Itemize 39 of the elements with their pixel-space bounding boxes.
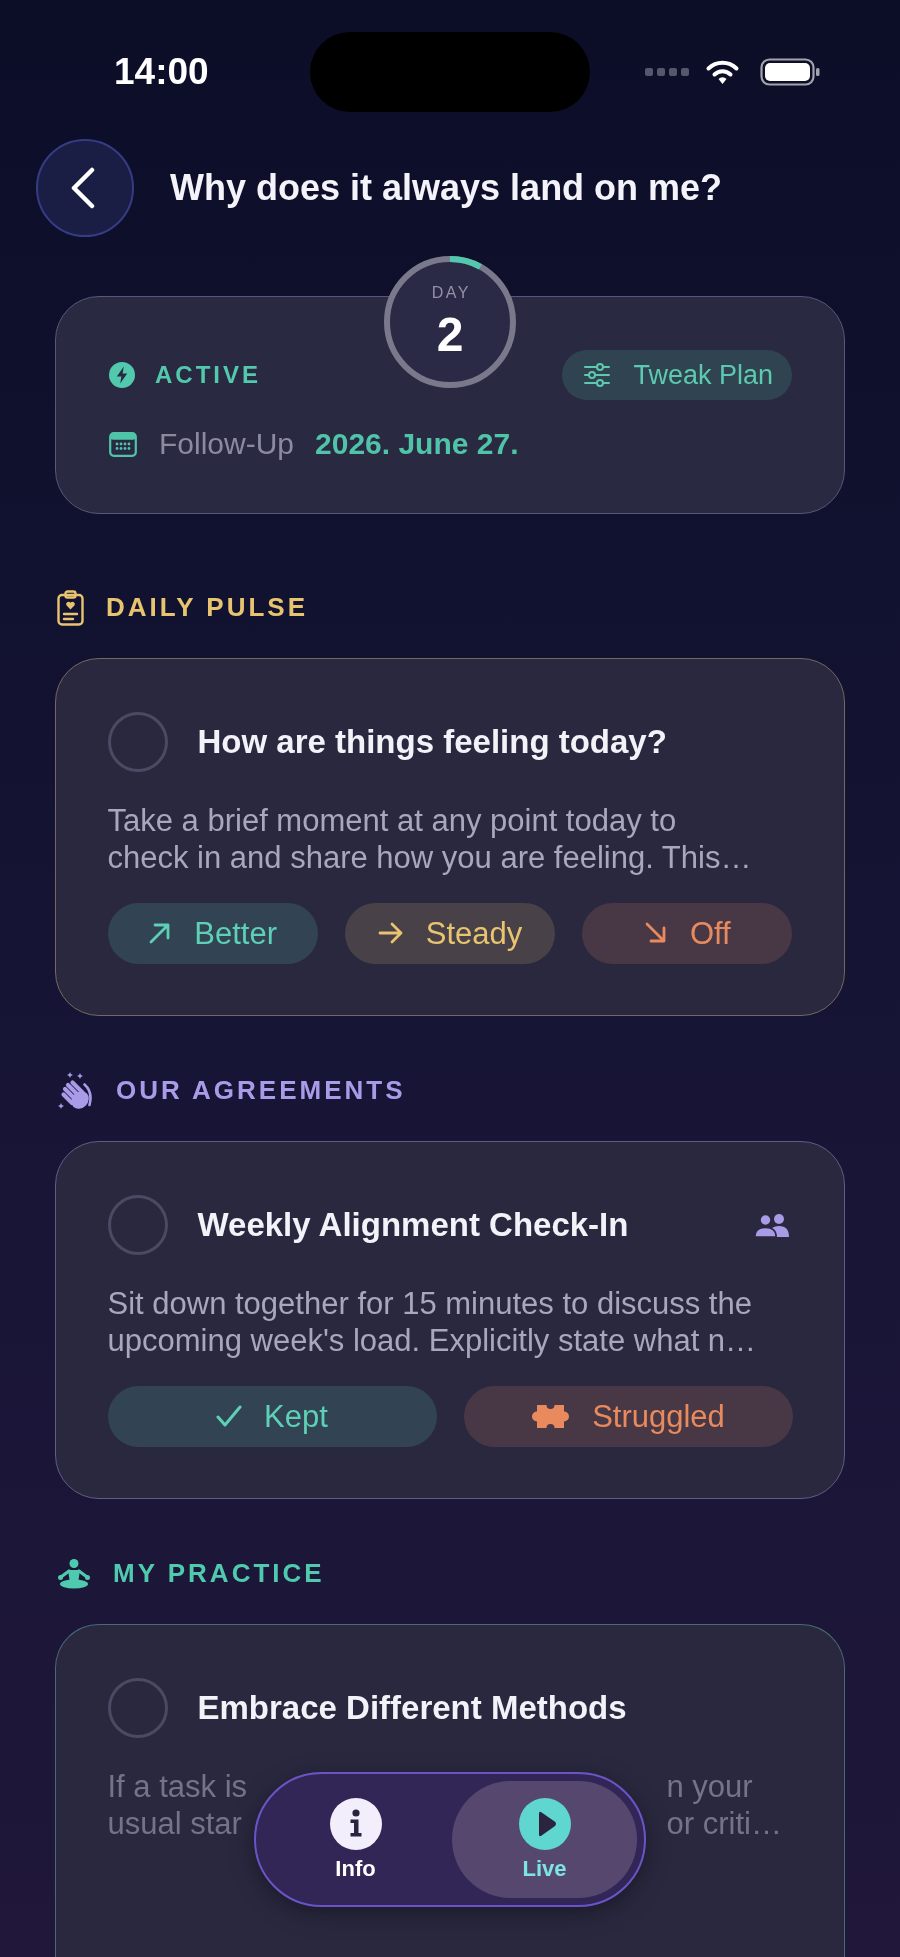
response-button[interactable]: Kept bbox=[107, 1385, 437, 1447]
section-title: MY PRACTICE bbox=[113, 1558, 325, 1590]
wifi-icon bbox=[705, 59, 740, 85]
sliders-icon bbox=[584, 363, 611, 387]
chevron-left-icon bbox=[70, 167, 96, 209]
checkbox[interactable] bbox=[107, 1194, 168, 1255]
lightning-bolt-icon bbox=[109, 362, 135, 388]
response-button[interactable]: Better bbox=[107, 902, 318, 964]
page-title: Why does it always land on me? bbox=[170, 166, 723, 210]
checkbox[interactable] bbox=[107, 1677, 168, 1738]
task-title: Weekly Alignment Check-In bbox=[197, 1204, 630, 1245]
calendar-icon bbox=[109, 431, 137, 457]
task-description: or criti… bbox=[666, 1804, 782, 1842]
info-icon bbox=[329, 1797, 382, 1850]
follow-up-label: Follow-Up bbox=[159, 426, 295, 462]
status-label: ACTIVE bbox=[155, 360, 261, 390]
task-description: Sit down together for 15 minutes to discuss the upcoming week's load. Explicitly state what n… bbox=[107, 1284, 758, 1359]
tab-item[interactable]: Live bbox=[452, 1781, 637, 1898]
task-description: If a task is bbox=[107, 1767, 248, 1805]
response-button[interactable]: Struggled bbox=[463, 1385, 793, 1447]
response-button[interactable]: Steady bbox=[344, 902, 556, 964]
tab-item[interactable]: Info bbox=[263, 1781, 448, 1898]
day-number: 2 bbox=[436, 310, 464, 360]
section-title: OUR AGREEMENTS bbox=[116, 1075, 406, 1107]
response-button[interactable]: Off bbox=[582, 902, 793, 964]
status-time: 14:00 bbox=[114, 51, 209, 93]
checkbox[interactable] bbox=[107, 711, 168, 772]
play-icon bbox=[518, 1797, 571, 1850]
tweak-plan-button[interactable]: Tweak Plan bbox=[562, 350, 792, 400]
signal-icon bbox=[645, 68, 689, 76]
battery-icon bbox=[760, 58, 820, 86]
task-title: Embrace Different Methods bbox=[197, 1687, 628, 1728]
section-title: DAILY PULSE bbox=[106, 592, 309, 624]
task-description: Take a brief moment at any point today to check in and share how you are feeling. This… bbox=[107, 801, 753, 876]
day-label: DAY bbox=[430, 283, 471, 303]
follow-up-date: 2026. June 27. bbox=[315, 426, 519, 462]
task-title: How are things feeling today? bbox=[197, 721, 668, 762]
task-description: usual star bbox=[107, 1804, 242, 1842]
task-description: n your bbox=[666, 1767, 753, 1805]
